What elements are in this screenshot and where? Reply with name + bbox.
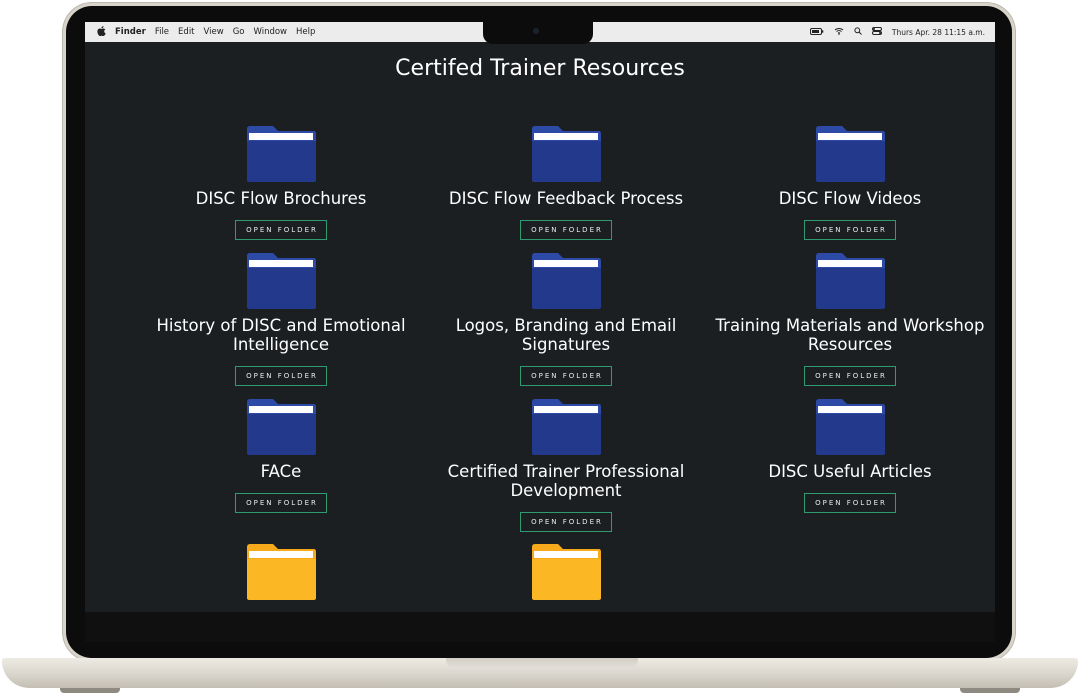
page-title: Certifed Trainer Resources — [395, 56, 685, 81]
folder-icon[interactable] — [416, 543, 716, 601]
folder-title: FACe — [260, 462, 302, 481]
folder-card: Logos, Branding and Email Signatures OPEN… — [416, 252, 716, 386]
folder-card: Training Materials and Workshop Resource… — [700, 252, 995, 386]
laptop-foot — [960, 688, 1020, 693]
open-folder-button[interactable]: OPEN FOLDER — [804, 366, 896, 386]
folder-icon[interactable] — [131, 125, 431, 183]
menu-go[interactable]: Go — [233, 27, 245, 37]
menu-view[interactable]: View — [204, 27, 224, 37]
folder-title: DISC Useful Articles — [768, 462, 932, 481]
open-folder-button[interactable]: OPEN FOLDER — [520, 366, 612, 386]
folder-icon[interactable] — [700, 125, 995, 183]
control-center-icon[interactable] — [871, 27, 882, 37]
folder-card: History of DISC and Emotional Intelligen… — [131, 252, 431, 386]
folder-icon[interactable] — [416, 125, 716, 183]
folder-title: Training Materials and Workshop Resource… — [715, 316, 985, 354]
folder-title: Certified Trainer Professional Developme… — [447, 462, 685, 500]
folder-card: DISC Flow Feedback Process OPEN FOLDER — [416, 125, 716, 240]
menu-finder[interactable]: Finder — [115, 27, 146, 37]
menu-file[interactable]: File — [155, 27, 169, 37]
folder-title: DISC Flow Brochures — [195, 189, 367, 208]
folder-icon[interactable] — [700, 252, 995, 310]
camera-notch — [483, 22, 593, 44]
folder-title: History of DISC and Emotional Intelligen… — [156, 316, 406, 354]
laptop-base-notch — [446, 658, 638, 669]
open-folder-button[interactable]: OPEN FOLDER — [235, 493, 327, 513]
folder-icon[interactable] — [131, 543, 431, 601]
folder-icon[interactable] — [131, 252, 431, 310]
open-folder-button[interactable]: OPEN FOLDER — [235, 220, 327, 240]
open-folder-button[interactable]: OPEN FOLDER — [520, 512, 612, 532]
folder-card: Certified Trainer Professional Developme… — [416, 398, 716, 532]
folder-icon[interactable] — [416, 398, 716, 456]
folder-card: DISC Flow Videos OPEN FOLDER — [700, 125, 995, 240]
menu-help[interactable]: Help — [296, 27, 315, 37]
screen: Finder File Edit View Go Window Help Thu… — [85, 22, 995, 612]
menu-window[interactable]: Window — [253, 27, 287, 37]
folder-icon[interactable] — [131, 398, 431, 456]
folder-card — [131, 543, 431, 601]
menu-clock[interactable]: Thurs Apr. 28 11:15 a.m. — [892, 28, 985, 37]
folder-title: Logos, Branding and Email Signatures — [455, 316, 677, 354]
camera-icon — [533, 28, 539, 34]
folder-card: FACe OPEN FOLDER — [131, 398, 431, 513]
wifi-icon[interactable] — [834, 27, 844, 37]
open-folder-button[interactable]: OPEN FOLDER — [804, 493, 896, 513]
laptop-foot — [60, 688, 120, 693]
apple-icon[interactable] — [97, 25, 106, 39]
screen-bezel-bottom — [85, 612, 995, 642]
search-icon[interactable] — [854, 27, 862, 37]
folder-card: DISC Useful Articles OPEN FOLDER — [700, 398, 995, 513]
folder-icon[interactable] — [700, 398, 995, 456]
folder-icon[interactable] — [416, 252, 716, 310]
folder-title: DISC Flow Feedback Process — [448, 189, 684, 208]
menu-edit[interactable]: Edit — [178, 27, 194, 37]
folder-card: DISC Flow Brochures OPEN FOLDER — [131, 125, 431, 240]
open-folder-button[interactable]: OPEN FOLDER — [235, 366, 327, 386]
open-folder-button[interactable]: OPEN FOLDER — [804, 220, 896, 240]
battery-icon[interactable] — [809, 27, 824, 37]
menu-bar: Finder File Edit View Go Window Help Thu… — [85, 22, 995, 44]
laptop-base — [2, 658, 1078, 688]
folder-title: DISC Flow Videos — [778, 189, 922, 208]
folder-card — [416, 543, 716, 601]
open-folder-button[interactable]: OPEN FOLDER — [520, 220, 612, 240]
